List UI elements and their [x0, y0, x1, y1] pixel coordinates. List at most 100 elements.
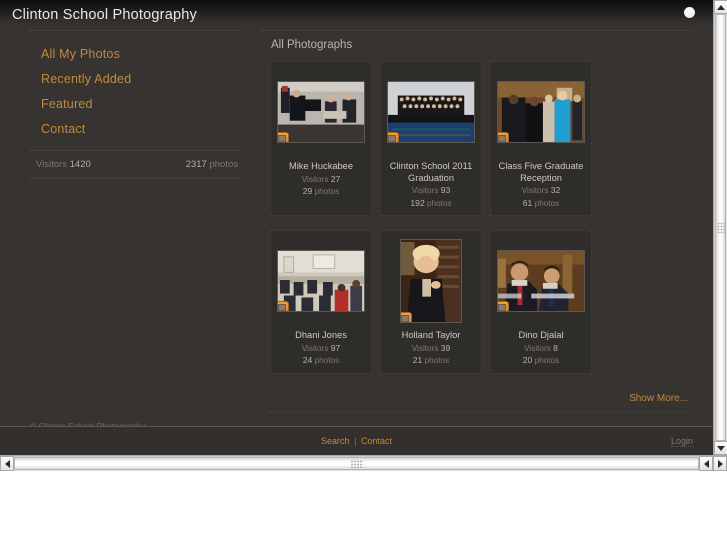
- album-photos-label: photos: [427, 198, 452, 208]
- album-visitors: Visitors 27: [275, 174, 367, 186]
- chevron-right-icon: [717, 459, 723, 468]
- album-title: Class Five Graduate Reception: [498, 161, 584, 183]
- album-badge-icon: [278, 300, 289, 311]
- sidebar-item-all-my-photos[interactable]: All My Photos: [36, 41, 242, 66]
- photos-stat: 2317 photos: [186, 159, 238, 170]
- scroll-left-button-secondary[interactable]: [699, 456, 713, 471]
- album-card[interactable]: Mike Huckabee Visitors 27 29 photos: [270, 61, 372, 216]
- album-photos-count: 61: [522, 197, 533, 208]
- album-thumbnail[interactable]: [387, 80, 475, 143]
- web-page: Clinton School Photography All My Photos…: [0, 0, 713, 455]
- album-title: Holland Taylor: [401, 330, 461, 340]
- album-card[interactable]: Dhani Jones Visitors 97 24 photos: [270, 230, 372, 374]
- horizontal-scroll-thumb[interactable]: [14, 457, 699, 470]
- album-thumbnail[interactable]: [277, 80, 365, 143]
- sidebar-divider-bottom: [30, 177, 242, 179]
- album-visitors: Visitors 32: [495, 185, 587, 197]
- album-photos-label: photos: [314, 356, 340, 365]
- album-title: Dhani Jones: [295, 330, 347, 340]
- scroll-grip-icon: [350, 459, 363, 468]
- sidebar-item-featured[interactable]: Featured: [36, 91, 242, 116]
- vertical-scrollbar[interactable]: [713, 0, 727, 455]
- album-visitors-count: 39: [440, 342, 451, 353]
- vertical-scroll-track[interactable]: [714, 14, 727, 441]
- sidebar-divider-mid: [30, 149, 242, 151]
- window-knob[interactable]: [684, 7, 695, 18]
- album-thumbnail-wrap: [273, 66, 369, 157]
- visitors-label: Visitors: [36, 158, 67, 170]
- photo-class-five-reception: [498, 81, 584, 142]
- scroll-grip-icon: [716, 221, 725, 234]
- chevron-down-icon: [717, 445, 725, 451]
- album-thumbnail-wrap: [493, 66, 589, 157]
- visitors-count: 1420: [69, 158, 91, 170]
- footer-separator: |: [354, 436, 357, 446]
- vertical-scroll-thumb[interactable]: [715, 14, 726, 441]
- sidebar-item-recently-added[interactable]: Recently Added: [36, 66, 242, 91]
- album-visitors: Visitors 93: [385, 185, 477, 197]
- album-visitors-label: Visitors: [301, 343, 329, 353]
- album-caption: Mike Huckabee Visitors 27 29 photos: [273, 157, 369, 202]
- show-more-row: Show More...: [262, 374, 692, 406]
- album-thumbnail[interactable]: [400, 238, 462, 323]
- album-visitors-count: 8: [553, 342, 558, 353]
- footer-links: Search | Contact: [0, 436, 713, 446]
- album-thumbnail[interactable]: [497, 249, 585, 312]
- album-caption: Dino Djalal Visitors 8 20 photos: [493, 326, 589, 371]
- main-column: All Photographs Mike Huckabee Visitors 2…: [262, 30, 692, 413]
- sidebar-item-contact[interactable]: Contact: [36, 117, 242, 142]
- scroll-left-button[interactable]: [0, 456, 14, 471]
- sidebar-divider-top: [30, 30, 242, 31]
- sidebar-stats: Visitors 1420 2317 photos: [30, 151, 242, 178]
- album-card[interactable]: Holland Taylor Visitors 39 21 photos: [380, 230, 482, 374]
- scroll-right-button[interactable]: [713, 456, 727, 471]
- scroll-up-button[interactable]: [714, 0, 727, 14]
- scroll-down-button[interactable]: [714, 441, 727, 455]
- album-visitors: Visitors 97: [275, 343, 367, 355]
- album-card[interactable]: Clinton School 2011 Graduation Visitors …: [380, 61, 482, 216]
- photo-holland-taylor: [401, 239, 461, 322]
- horizontal-scroll-track[interactable]: [14, 456, 699, 471]
- photos-count: 2317: [185, 158, 207, 170]
- album-visitors: Visitors 39: [385, 343, 477, 355]
- album-card[interactable]: Dino Djalal Visitors 8 20 photos: [490, 230, 592, 374]
- album-badge-icon: [498, 300, 509, 311]
- album-photos: 61 photos: [495, 198, 587, 210]
- site-title: Clinton School Photography: [12, 7, 197, 23]
- album-thumbnail[interactable]: [497, 80, 585, 143]
- album-photos: 29 photos: [275, 186, 367, 198]
- album-caption: Clinton School 2011 Graduation Visitors …: [383, 157, 479, 213]
- album-photos: 21 photos: [385, 355, 477, 367]
- album-visitors-label: Visitors: [524, 343, 551, 353]
- album-caption: Holland Taylor Visitors 39 21 photos: [383, 326, 479, 371]
- album-photos: 24 photos: [275, 355, 367, 367]
- show-more-link[interactable]: Show More...: [629, 393, 688, 404]
- chevron-left-icon: [4, 459, 10, 468]
- album-photos: 192 photos: [385, 198, 477, 210]
- photo-graduation: [388, 81, 474, 142]
- chevron-up-icon: [717, 4, 725, 10]
- album-caption: Dhani Jones Visitors 97 24 photos: [273, 326, 369, 371]
- main-divider-bottom: [268, 411, 692, 413]
- photo-dino-djalal: [498, 250, 584, 311]
- horizontal-scrollbar[interactable]: [0, 455, 727, 471]
- album-visitors-label: Visitors: [411, 343, 439, 353]
- sidebar-nav: All My Photos Recently Added Featured Co…: [30, 31, 242, 150]
- login-link[interactable]: Login: [670, 436, 693, 447]
- album-visitors-label: Visitors: [411, 186, 439, 195]
- album-thumbnail[interactable]: [277, 249, 365, 312]
- page-title: All Photographs: [271, 39, 353, 51]
- site-header: Clinton School Photography: [0, 0, 713, 30]
- album-thumbnail-wrap: [493, 235, 589, 326]
- album-thumbnail-wrap: [383, 235, 479, 326]
- contact-link[interactable]: Contact: [361, 436, 392, 446]
- album-photos-count: 20: [522, 355, 533, 365]
- album-title: Clinton School 2011 Graduation: [389, 161, 473, 183]
- search-link[interactable]: Search: [321, 436, 350, 446]
- album-badge-icon: [388, 131, 399, 142]
- footer-bar: Search | Contact Login: [0, 426, 713, 455]
- album-badge-icon: [401, 311, 412, 322]
- desktop-background: [0, 471, 727, 545]
- album-grid: Mike Huckabee Visitors 27 29 photos Clin…: [262, 61, 692, 374]
- album-card[interactable]: Class Five Graduate Reception Visitors 3…: [490, 61, 592, 216]
